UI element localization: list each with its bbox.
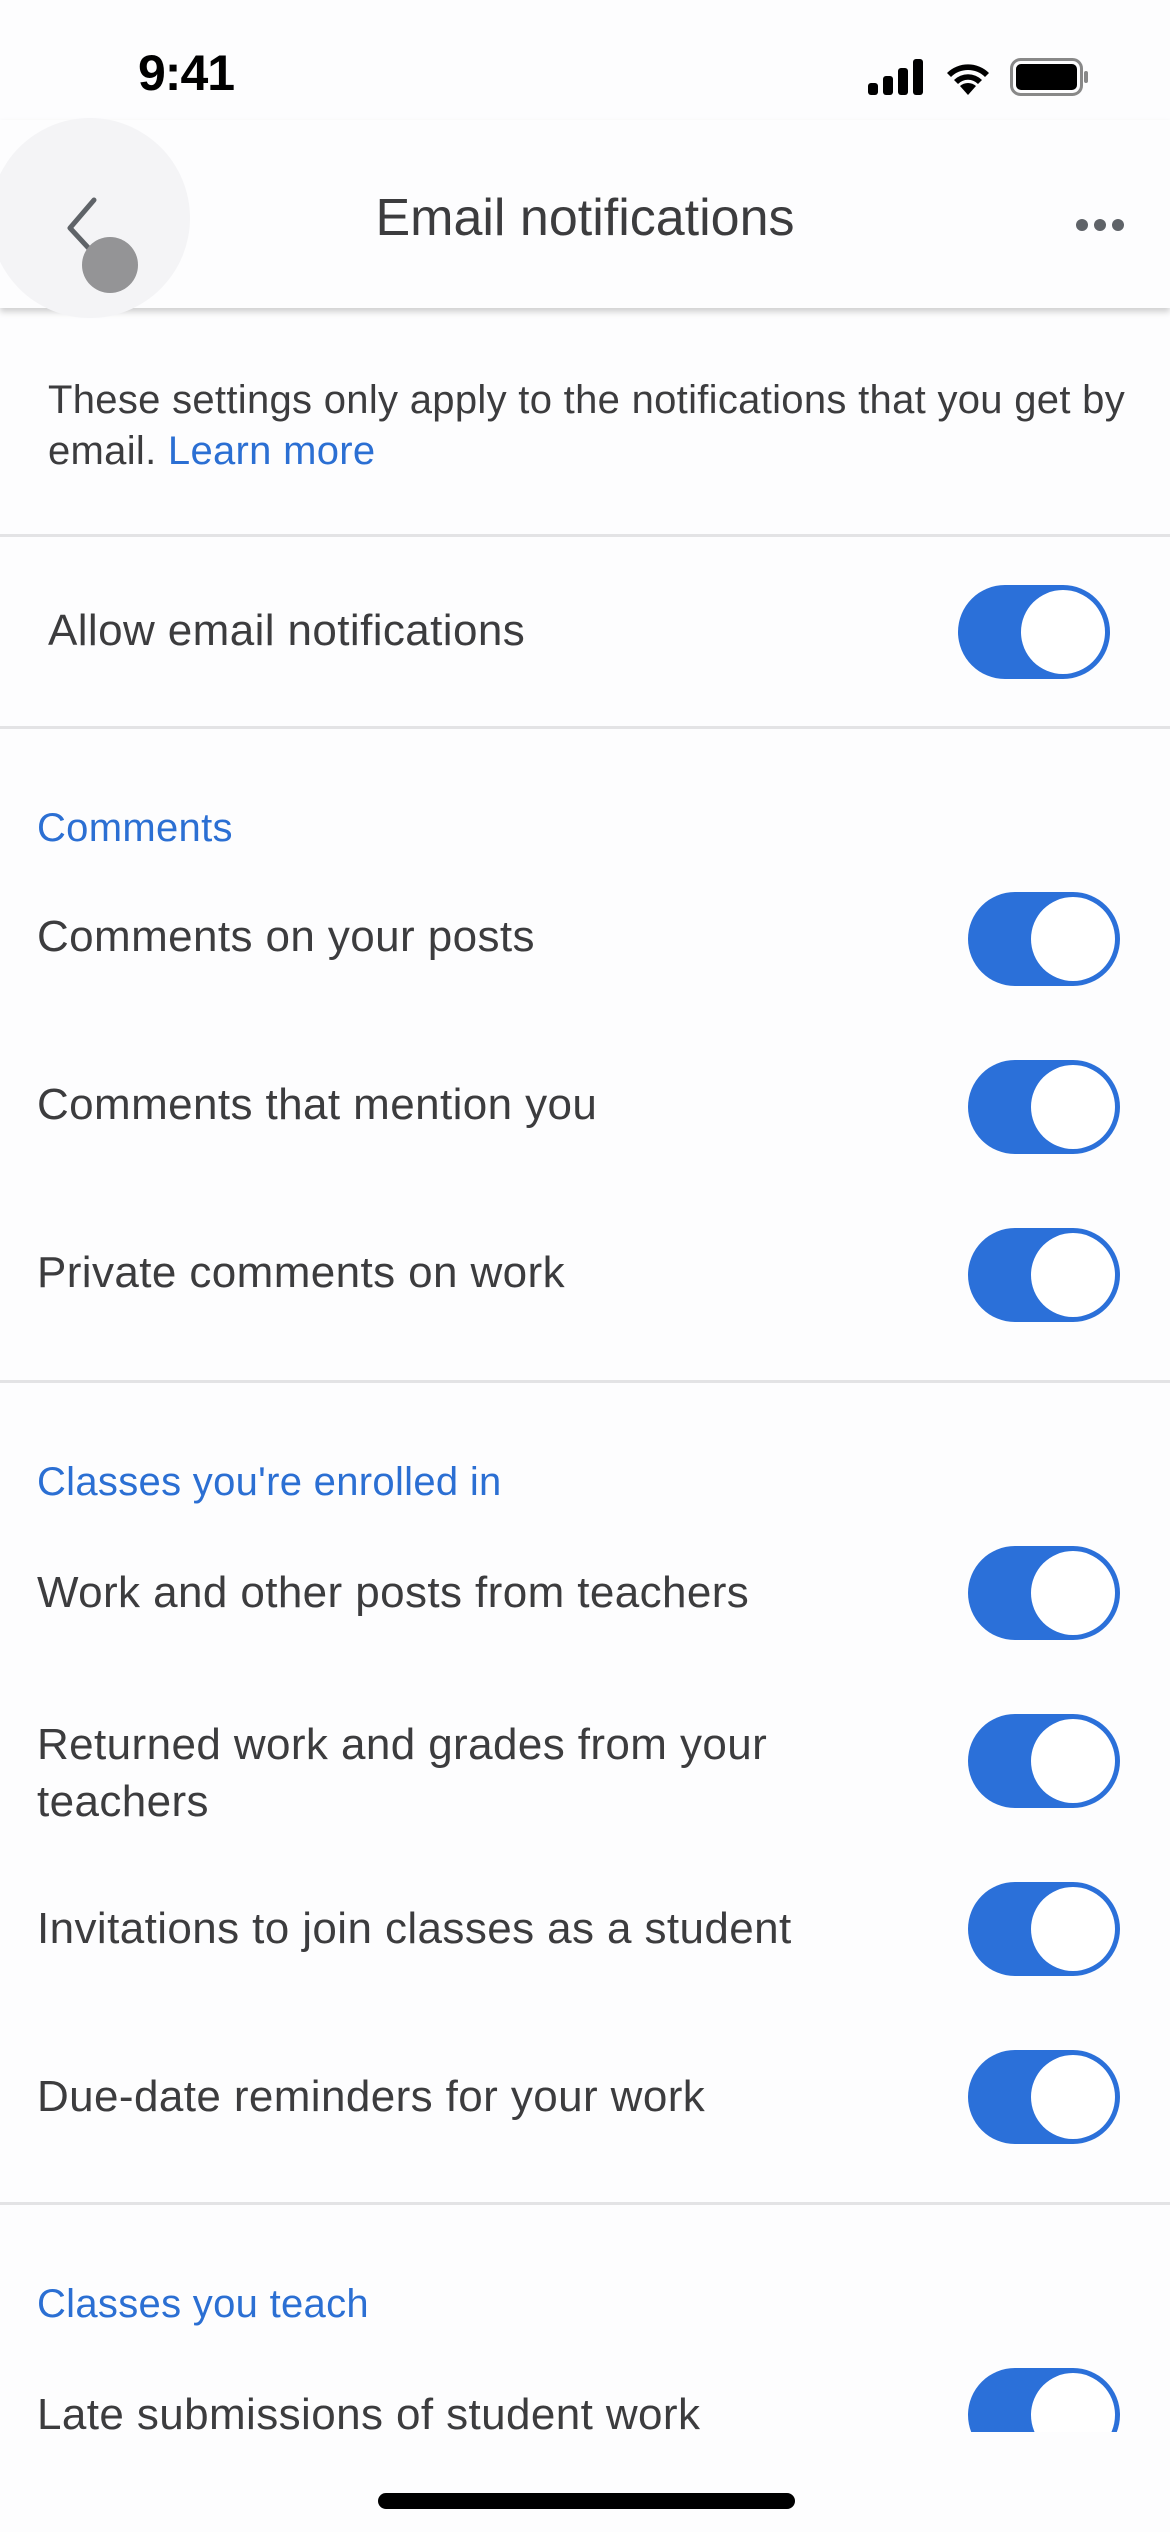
section-header-teach: Classes you teach (37, 2282, 369, 2326)
allow-email-row[interactable]: Allow email notifications (0, 540, 1170, 724)
divider (0, 726, 1170, 729)
settings-description: These settings only apply to the notific… (48, 375, 1128, 477)
learn-more-link[interactable]: Learn more (168, 429, 376, 473)
setting-row[interactable]: Comments on your posts (0, 872, 1170, 1007)
setting-toggle[interactable] (968, 1228, 1120, 1322)
section-header-enrolled: Classes you're enrolled in (37, 1460, 502, 1504)
divider (0, 2202, 1170, 2205)
setting-row[interactable]: Comments that mention you (0, 1040, 1170, 1175)
setting-label: Private comments on work (37, 1248, 565, 1297)
setting-row[interactable]: Returned work and grades from your teach… (0, 1684, 1170, 1844)
setting-label: Late submissions of student work (37, 2390, 701, 2432)
setting-row[interactable]: Work and other posts from teachers (0, 1526, 1170, 1661)
setting-label: Comments on your posts (37, 912, 535, 961)
setting-toggle[interactable] (968, 1714, 1120, 1808)
setting-toggle[interactable] (968, 2368, 1120, 2432)
toggle-knob (1031, 1233, 1115, 1317)
toggle-knob (1031, 1887, 1115, 1971)
setting-label: Returned work and grades from your teach… (37, 1720, 768, 1826)
toggle-knob (1031, 1719, 1115, 1803)
toggle-knob (1031, 2055, 1115, 2139)
setting-toggle[interactable] (968, 1546, 1120, 1640)
settings-scroll-area[interactable]: These settings only apply to the notific… (0, 0, 1170, 2432)
setting-toggle[interactable] (968, 1060, 1120, 1154)
toggle-knob (1031, 1065, 1115, 1149)
divider (0, 1380, 1170, 1383)
setting-row[interactable]: Late submissions of student work (0, 2348, 1170, 2432)
setting-label: Comments that mention you (37, 1080, 598, 1129)
setting-toggle[interactable] (968, 1882, 1120, 1976)
section-header-comments: Comments (37, 806, 233, 850)
toggle-knob (1031, 1551, 1115, 1635)
setting-label: Work and other posts from teachers (37, 1568, 750, 1617)
setting-row[interactable]: Due-date reminders for your work (0, 2030, 1170, 2165)
setting-toggle[interactable] (968, 2050, 1120, 2144)
allow-email-toggle[interactable] (958, 585, 1110, 679)
setting-toggle[interactable] (968, 892, 1120, 986)
allow-email-label: Allow email notifications (48, 606, 526, 655)
toggle-knob (1031, 2373, 1115, 2432)
setting-row[interactable]: Invitations to join classes as a student (0, 1862, 1170, 1997)
setting-label: Invitations to join classes as a student (37, 1904, 792, 1953)
home-indicator[interactable] (378, 2493, 795, 2509)
setting-row[interactable]: Private comments on work (0, 1208, 1170, 1343)
setting-label: Due-date reminders for your work (37, 2072, 706, 2121)
toggle-knob (1021, 590, 1105, 674)
toggle-knob (1031, 897, 1115, 981)
divider (0, 534, 1170, 537)
